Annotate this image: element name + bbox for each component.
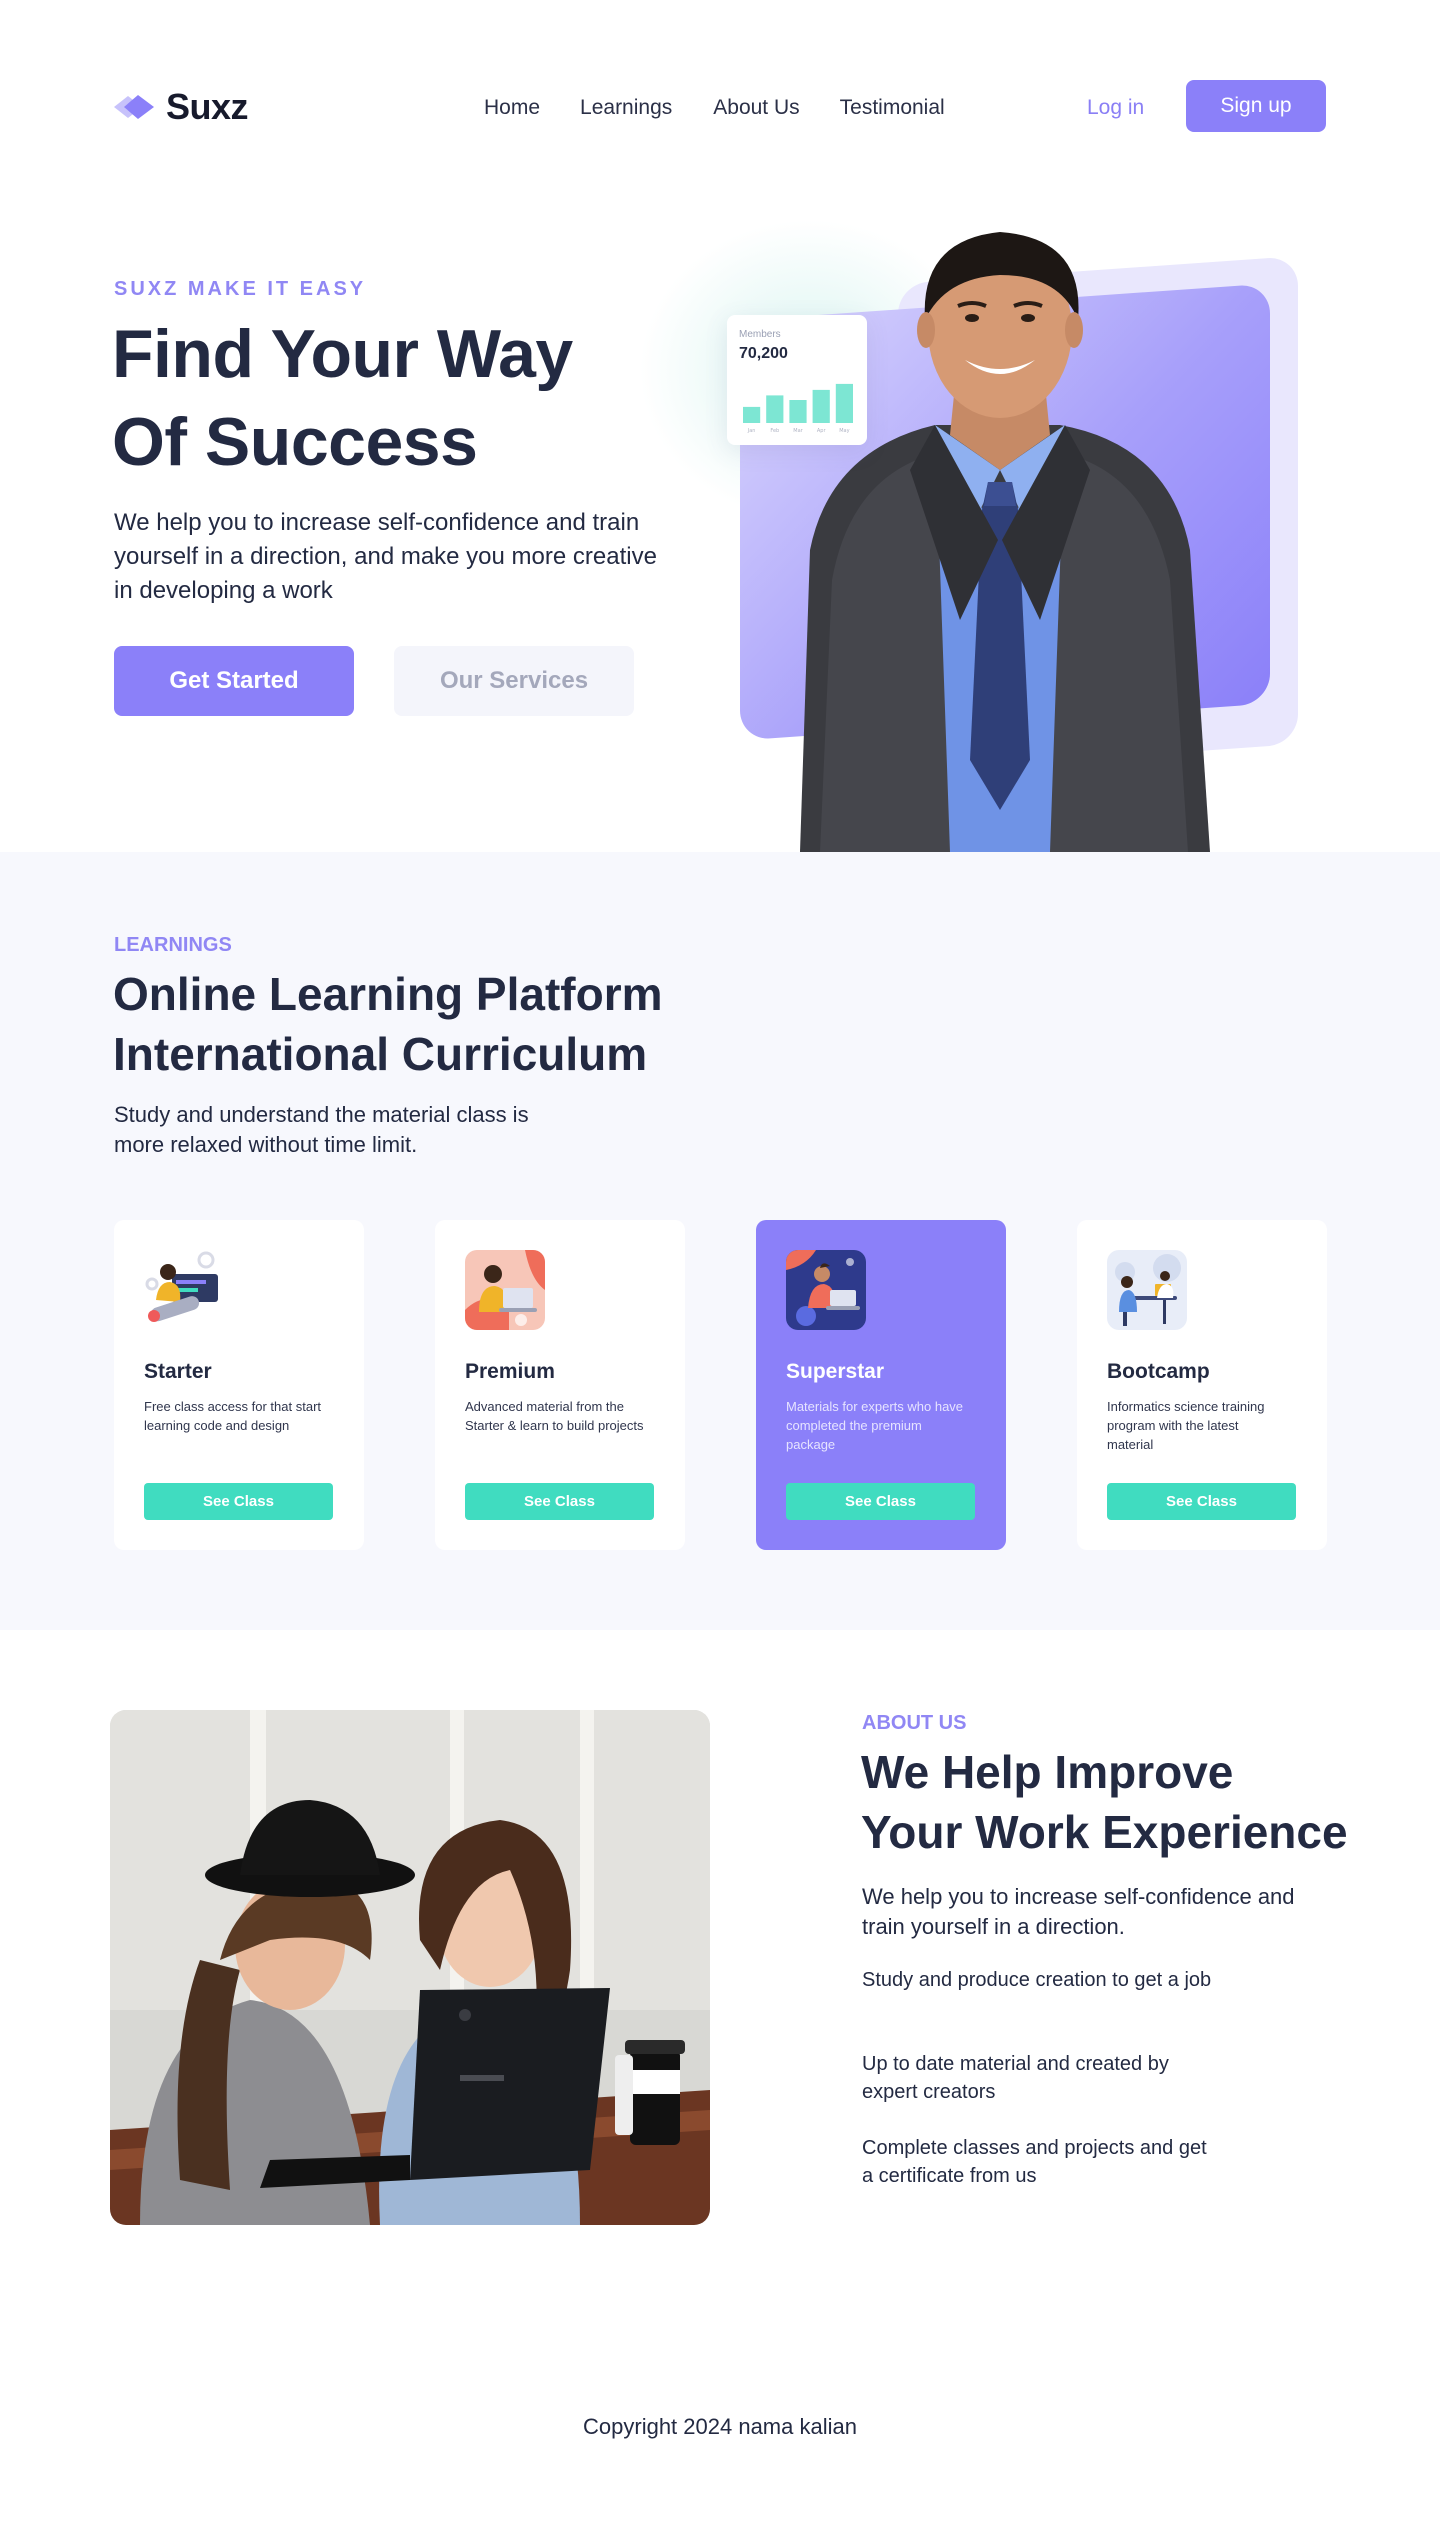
about-eyebrow: ABOUT US — [862, 1712, 967, 1734]
hero-title-line-2: Of Success — [112, 404, 478, 480]
plan-name: Starter — [144, 1360, 212, 1383]
plan-card-bootcamp[interactable]: Bootcamp Informatics science training pr… — [1077, 1220, 1327, 1550]
plan-description: Informatics science training program wit… — [1107, 1399, 1265, 1452]
members-bar-label: May — [839, 428, 849, 433]
members-bar-chart: Jan Feb Mar Apr May — [743, 383, 853, 433]
members-value: 70,200 — [739, 345, 788, 362]
members-bar-label: Feb — [770, 428, 779, 433]
team-desk-illustration-icon — [1107, 1250, 1187, 1330]
footer: Copyright 2024 nama kalian — [0, 2414, 1440, 2440]
get-started-button[interactable]: Get Started — [114, 646, 354, 716]
nav-link-about-us[interactable]: About Us — [713, 96, 799, 120]
expert-illustration-icon — [786, 1250, 866, 1330]
members-bar — [766, 395, 784, 423]
nav-link-testimonial[interactable]: Testimonial — [840, 96, 945, 120]
learnings-section: LEARNINGS Online Learning Platform Inter… — [0, 852, 1440, 1630]
members-bar — [835, 383, 853, 423]
brand-name: Suxz — [166, 86, 249, 127]
plan-card-superstar[interactable]: Superstar Materials for experts who have… — [756, 1220, 1006, 1550]
developer-illustration-icon — [144, 1250, 224, 1330]
nav-link-learnings[interactable]: Learnings — [580, 96, 672, 120]
about-point: Complete classes and projects and get a … — [862, 2137, 1207, 2187]
learnings-eyebrow: LEARNINGS — [114, 934, 232, 956]
about-title: We Help Improve Your Work Experience — [861, 1742, 1381, 1862]
plan-name: Bootcamp — [1107, 1360, 1210, 1383]
nav-link-home[interactable]: Home — [484, 96, 540, 120]
signup-button[interactable]: Sign up — [1186, 80, 1326, 132]
logo-diamond-icon — [114, 90, 156, 124]
learnings-title-line-1: Online Learning Platform — [113, 968, 663, 1020]
our-services-button[interactable]: Our Services — [394, 646, 634, 716]
see-class-button[interactable]: See Class — [1107, 1483, 1296, 1520]
plan-description: Materials for experts who have completed… — [786, 1399, 964, 1452]
hero-title: Find Your Way Of Success — [112, 310, 672, 486]
about-title-line-1: We Help Improve — [861, 1746, 1234, 1798]
about-description: We help you to increase self-confidence … — [862, 1884, 1295, 1939]
plan-name: Superstar — [786, 1360, 885, 1383]
members-bar — [812, 389, 830, 423]
see-class-button[interactable]: See Class — [786, 1483, 975, 1520]
members-bar — [789, 400, 807, 423]
copyright-text: Copyright 2024 nama kalian — [583, 2414, 857, 2439]
members-widget: Members 70,200 Jan Feb Mar Apr May — [727, 315, 867, 445]
see-class-button[interactable]: See Class — [465, 1483, 654, 1520]
learnings-title-line-2: International Curriculum — [113, 1028, 648, 1080]
members-bar-label: Apr — [817, 428, 827, 433]
see-class-button[interactable]: See Class — [144, 1483, 333, 1520]
login-link[interactable]: Log in — [1087, 96, 1144, 120]
top-nav: Suxz Home Learnings About Us Testimonial… — [0, 0, 1440, 200]
about-title-line-2: Your Work Experience — [861, 1806, 1348, 1858]
members-bar-label: Mar — [793, 428, 803, 433]
about-point: Study and produce creation to get a job — [862, 1969, 1212, 1991]
hero-eyebrow: SUXZ MAKE IT EASY — [114, 278, 367, 300]
members-label: Members — [739, 329, 781, 340]
hero-title-line-1: Find Your Way — [112, 316, 573, 392]
plan-card-premium[interactable]: Premium Advanced material from the Start… — [435, 1220, 685, 1550]
nav-links: Home Learnings About Us Testimonial — [484, 96, 985, 120]
members-bar-label: Jan — [747, 428, 756, 433]
plan-name: Premium — [465, 1360, 555, 1383]
logo[interactable]: Suxz — [114, 86, 249, 128]
plan-description: Free class access for that start learnin… — [144, 1399, 322, 1433]
learnings-title: Online Learning Platform International C… — [113, 964, 733, 1084]
students-laptop-photo — [110, 1710, 710, 2225]
hero-description: We help you to increase self-confidence … — [114, 509, 657, 604]
learnings-description: Study and understand the material class … — [114, 1102, 529, 1157]
members-bar — [743, 406, 761, 423]
laptop-learner-illustration-icon — [465, 1250, 545, 1330]
about-point: Up to date material and created by exper… — [862, 2053, 1169, 2103]
plan-card-starter[interactable]: Starter Free class access for that start… — [114, 1220, 364, 1550]
plan-description: Advanced material from the Starter & lea… — [465, 1399, 644, 1433]
